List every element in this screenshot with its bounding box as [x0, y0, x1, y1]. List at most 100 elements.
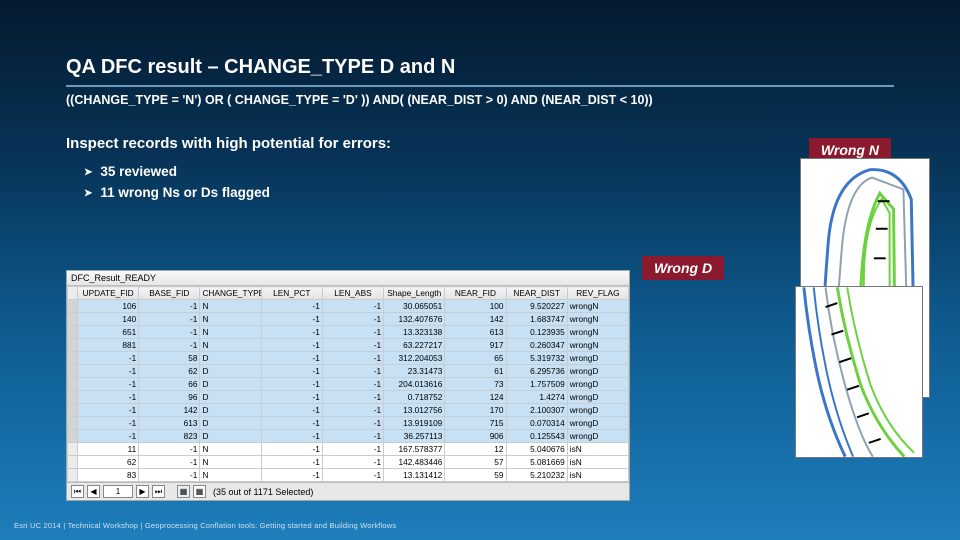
col-header[interactable]: Shape_Length [384, 287, 445, 300]
table-cell: 917 [445, 339, 506, 352]
table-cell: 9.520227 [506, 300, 567, 313]
row-selector[interactable] [68, 352, 78, 365]
table-cell: isN [567, 469, 628, 482]
col-header[interactable]: REV_FLAG [567, 287, 628, 300]
table-row[interactable]: -158D-1-1312.204053655.319732wrongD [68, 352, 629, 365]
row-selector[interactable] [68, 469, 78, 482]
table-cell: D [200, 417, 261, 430]
row-selector[interactable] [68, 443, 78, 456]
table-cell: -1 [322, 469, 383, 482]
row-selector[interactable] [68, 339, 78, 352]
table-row[interactable]: 881-1N-1-163.2272179170.260347wrongN [68, 339, 629, 352]
table-cell: -1 [139, 469, 200, 482]
col-header[interactable]: LEN_ABS [322, 287, 383, 300]
row-selector[interactable] [68, 365, 78, 378]
table-row[interactable]: -1613D-1-113.9191097150.070314wrongD [68, 417, 629, 430]
row-selector[interactable] [68, 313, 78, 326]
table-cell: -1 [261, 456, 322, 469]
table-row[interactable]: 11-1N-1-1167.578377125.040676isN [68, 443, 629, 456]
table-cell: -1 [261, 339, 322, 352]
row-selector[interactable] [68, 300, 78, 313]
table-row[interactable]: 106-1N-1-130.0650511009.520227wrongN [68, 300, 629, 313]
col-header[interactable]: NEAR_FID [445, 287, 506, 300]
table-cell: -1 [322, 313, 383, 326]
table-cell: 5.210232 [506, 469, 567, 482]
table-cell: 5.081669 [506, 456, 567, 469]
table-cell: -1 [261, 313, 322, 326]
table-cell: D [200, 352, 261, 365]
table-cell: 23.31473 [384, 365, 445, 378]
table-cell: 73 [445, 378, 506, 391]
table-cell: 0.260347 [506, 339, 567, 352]
row-selector[interactable] [68, 456, 78, 469]
table-cell: wrongD [567, 404, 628, 417]
table-cell: -1 [78, 378, 139, 391]
table-cell: 142 [445, 313, 506, 326]
table-cell: -1 [261, 391, 322, 404]
table-cell: 823 [139, 430, 200, 443]
table-row[interactable]: 651-1N-1-113.3231386130.123935wrongN [68, 326, 629, 339]
table-cell: N [200, 313, 261, 326]
table-cell: wrongD [567, 430, 628, 443]
table-cell: -1 [261, 365, 322, 378]
table-row[interactable]: -1142D-1-113.0127561702.100307wrongD [68, 404, 629, 417]
map-wrong-d [795, 286, 923, 458]
show-all-button[interactable]: ▦ [177, 485, 190, 498]
table-cell: -1 [78, 417, 139, 430]
table-row[interactable]: 140-1N-1-1132.4076761421.683747wrongN [68, 313, 629, 326]
first-record-button[interactable]: ⏮ [71, 485, 84, 498]
table-cell: 5.319732 [506, 352, 567, 365]
row-selector[interactable] [68, 391, 78, 404]
table-cell: wrongD [567, 352, 628, 365]
table-row[interactable]: -162D-1-123.31473616.295736wrongD [68, 365, 629, 378]
row-selector[interactable] [68, 404, 78, 417]
table-row[interactable]: 83-1N-1-113.131412595.210232isN [68, 469, 629, 482]
show-selected-button[interactable]: ▦ [193, 485, 206, 498]
table-cell: N [200, 456, 261, 469]
col-header[interactable]: LEN_PCT [261, 287, 322, 300]
col-header[interactable]: BASE_FID [139, 287, 200, 300]
table-cell: 83 [78, 469, 139, 482]
table-cell: 906 [445, 430, 506, 443]
table-cell: 167.578377 [384, 443, 445, 456]
table-cell: N [200, 300, 261, 313]
table-cell: D [200, 404, 261, 417]
table-cell: wrongN [567, 326, 628, 339]
table-cell: 62 [78, 456, 139, 469]
prev-record-button[interactable]: ◀ [87, 485, 100, 498]
row-selector[interactable] [68, 417, 78, 430]
table-cell: -1 [322, 300, 383, 313]
table-cell: 140 [78, 313, 139, 326]
table-cell: -1 [261, 469, 322, 482]
row-selector[interactable] [68, 378, 78, 391]
table-row[interactable]: -196D-1-10.7187521241.4274wrongD [68, 391, 629, 404]
table-cell: D [200, 365, 261, 378]
col-header[interactable]: CHANGE_TYPE [200, 287, 261, 300]
table-cell: wrongN [567, 313, 628, 326]
table-row[interactable]: 62-1N-1-1142.483446575.081669isN [68, 456, 629, 469]
table-row[interactable]: -1823D-1-136.2571139060.125543wrongD [68, 430, 629, 443]
table-cell: 13.323138 [384, 326, 445, 339]
divider [66, 85, 894, 87]
table-cell: wrongN [567, 300, 628, 313]
table-cell: -1 [139, 339, 200, 352]
table-cell: 0.070314 [506, 417, 567, 430]
table-cell: 57 [445, 456, 506, 469]
next-record-button[interactable]: ▶ [136, 485, 149, 498]
table-row[interactable]: -166D-1-1204.013616731.757509wrongD [68, 378, 629, 391]
table-cell: wrongD [567, 378, 628, 391]
table-cell: -1 [322, 365, 383, 378]
last-record-button[interactable]: ⏭ [152, 485, 165, 498]
table-cell: 132.407676 [384, 313, 445, 326]
record-number-input[interactable] [103, 485, 133, 498]
row-selector[interactable] [68, 430, 78, 443]
table-cell: -1 [322, 417, 383, 430]
col-header[interactable]: UPDATE_FID [78, 287, 139, 300]
row-selector[interactable] [68, 326, 78, 339]
table-cell: wrongD [567, 391, 628, 404]
table-cell: -1 [261, 443, 322, 456]
table-cell: 96 [139, 391, 200, 404]
table-cell: -1 [78, 404, 139, 417]
table-cell: -1 [261, 326, 322, 339]
col-header[interactable]: NEAR_DIST [506, 287, 567, 300]
